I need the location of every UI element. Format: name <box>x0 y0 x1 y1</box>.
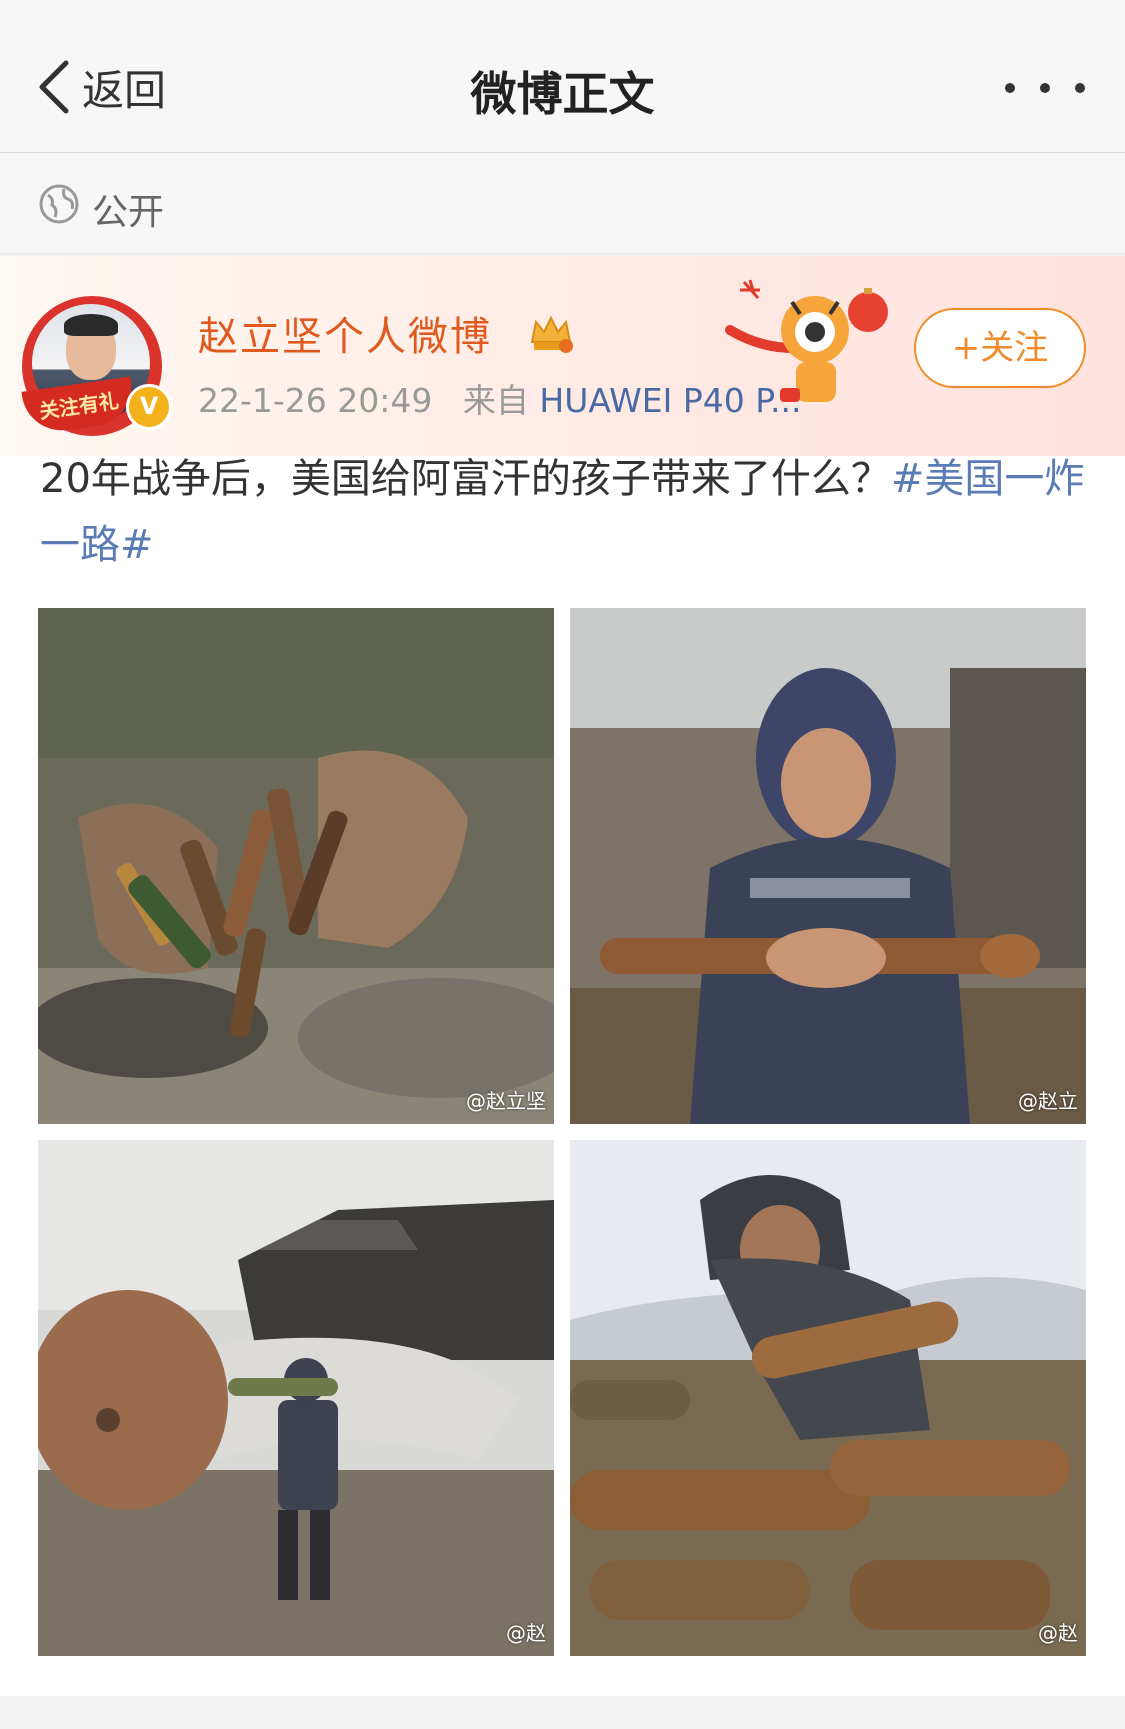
more-dot-icon <box>1075 83 1085 93</box>
post-meta: 22-1-26 20:49 来自 HUAWEI P40 P... <box>198 374 801 422</box>
more-dot-icon <box>1040 83 1050 93</box>
nav-bar: 返回 微博正文 <box>0 0 1125 153</box>
more-options-button[interactable] <box>1005 68 1085 108</box>
post-image-3[interactable]: @赵 <box>38 1140 554 1656</box>
weibo-post: 关注有礼 V 赵立坚个人微博 22-1-26 20:49 来自 HUAWEI P… <box>0 256 1125 1696</box>
tiger-mascot-icon <box>725 279 888 402</box>
post-image-4[interactable]: @赵 <box>570 1140 1086 1656</box>
visibility-row: 公开 <box>0 153 1125 254</box>
verified-badge: V <box>126 384 172 430</box>
username[interactable]: 赵立坚个人微博 <box>198 304 492 362</box>
vip-crown-icon[interactable] <box>528 312 574 354</box>
image-watermark: @赵 <box>506 1621 546 1645</box>
post-timestamp: 22-1-26 20:49 <box>198 381 433 420</box>
post-image-2[interactable]: @赵立 <box>570 608 1086 1124</box>
post-body: 20年战争后，美国给阿富汗的孩子带来了什么？ <box>40 456 891 502</box>
page-title: 微博正文 <box>470 67 655 121</box>
image-watermark: @赵立 <box>1018 1089 1078 1113</box>
bullet-casings-photo <box>38 608 554 1124</box>
follow-button[interactable]: +关注 <box>914 308 1086 388</box>
boy-lifting-shell-photo <box>570 1140 1086 1656</box>
page-bottom-strip <box>0 1696 1125 1729</box>
globe-icon <box>39 184 79 224</box>
post-text: 20年战争后，美国给阿富汗的孩子带来了什么？#美国一炸一路# <box>40 446 1085 578</box>
post-image-1[interactable]: @赵立坚 <box>38 608 554 1124</box>
image-watermark: @赵 <box>1038 1621 1078 1645</box>
avatar-hair <box>64 314 118 336</box>
more-dot-icon <box>1005 83 1015 93</box>
image-watermark: @赵立坚 <box>466 1089 546 1113</box>
avatar[interactable]: 关注有礼 V <box>21 296 172 436</box>
wrecked-cars-photo <box>38 1140 554 1656</box>
source-label: 来自 <box>462 381 529 420</box>
boy-with-shell-photo <box>570 608 1086 1124</box>
visibility-label: 公开 <box>92 192 165 233</box>
